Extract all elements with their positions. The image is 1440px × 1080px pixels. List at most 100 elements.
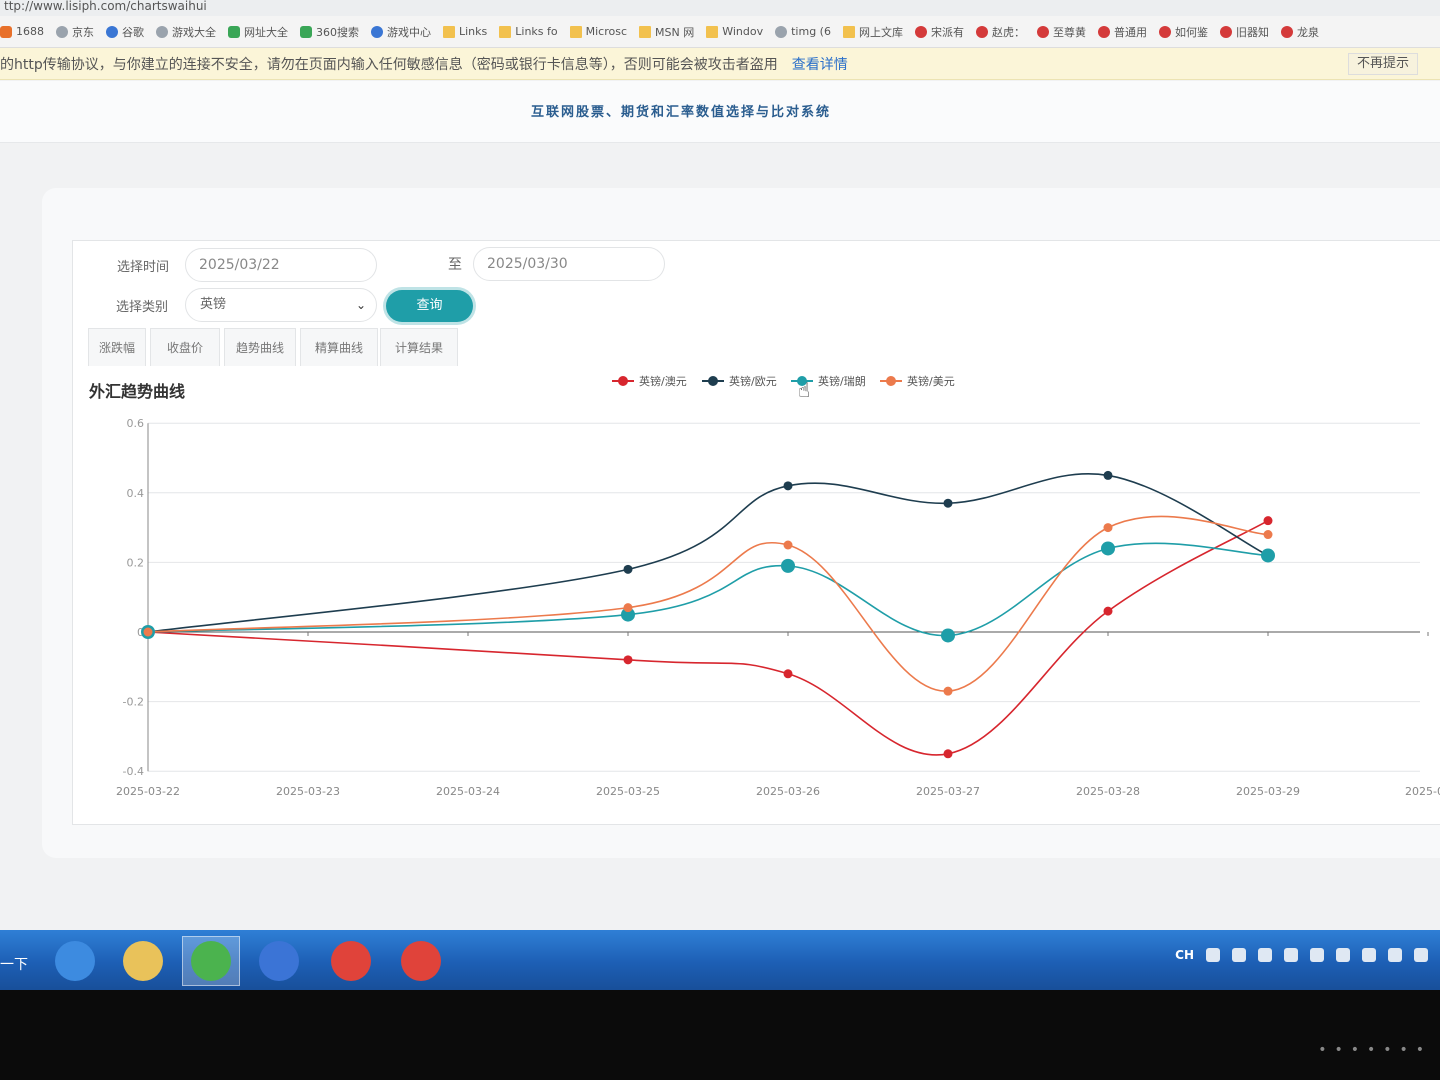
file-explorer-icon [123,941,163,981]
bookmark-icon [975,25,988,38]
site-header: 互联网股票、期货和汇率数值选择与比对系统 [0,81,1440,143]
legend-dot [708,376,718,386]
app-tray-icon[interactable] [1284,948,1298,962]
legend-item-gbp-eur[interactable]: 英镑/欧元 [702,372,777,390]
bookmark-icon [106,25,118,38]
bookmark-item[interactable]: 如何鉴 [1158,24,1208,40]
bookmark-label: 赵虎： [991,25,1025,39]
bookmark-item[interactable]: Windov [706,25,763,38]
taskbar-app[interactable] [114,936,172,986]
taskbar-app[interactable] [46,936,104,986]
warning-text: 的http传输协议，与你建立的连接不安全，请勿在页面内输入任何敏感信息（密码或银… [0,56,778,73]
bookmark-item[interactable]: 至尊黄 [1036,24,1086,40]
bookmark-icon [569,25,582,38]
bookmark-label: timg (6 [791,25,831,38]
bookmark-item[interactable]: 游戏大全 [156,24,216,40]
bookmark-label: 普通用 [1113,25,1147,39]
bookmark-icon [639,25,652,38]
flag-icon[interactable] [1388,948,1402,962]
bookmark-label: Links fo [515,25,558,38]
chart-title: 外汇趋势曲线 [89,382,186,401]
start-date-field[interactable] [185,248,377,282]
language-indicator[interactable]: CH [1175,948,1194,962]
bookmark-item[interactable]: 旧器知 [1219,24,1269,40]
bookmark-item[interactable]: 谷歌 [106,24,144,40]
taskbar-app[interactable] [250,936,308,986]
bookmark-label: MSN 网 [655,25,695,39]
help-icon[interactable] [1232,948,1246,962]
security-icon[interactable] [1362,948,1376,962]
tray-arrow-icon[interactable] [1258,948,1272,962]
bookmarks-bar: 1688 京东 谷歌 游戏大全 网址大全 360搜索 游戏中心 Links Links fo Mi… [0,16,1440,48]
taskbar-app[interactable] [182,936,240,986]
bookmark-icon [1219,25,1232,38]
site-title: 互联网股票、期货和汇率数值选择与比对系统 [530,105,831,120]
currency-type-select[interactable]: 英镑 ⌄ [185,288,377,322]
currency-type-value: 英镑 [200,297,227,312]
monitor-buttons: ••••••• [1318,1042,1432,1058]
legend-item-gbp-usd[interactable]: 英镑/美元 [880,372,955,390]
ie-icon [55,941,95,981]
bookmark-label: 1688 [16,25,44,38]
start-button-label[interactable]: 一下 [0,954,28,974]
tab-trend-curve[interactable]: 趋势曲线 [224,328,296,366]
legend-item-gbp-aud[interactable]: 英镑/澳元 [612,372,687,390]
bookmark-item[interactable]: 360搜索 [300,24,359,40]
bookmark-item[interactable]: Links fo [499,25,558,38]
network-icon[interactable] [1310,948,1324,962]
bookmark-icon [56,25,68,38]
bookmark-item[interactable]: 赵虎： [975,24,1025,40]
bookmark-item[interactable]: 龙泉 [1280,24,1319,40]
query-button[interactable]: 查询 [386,290,473,322]
taskbar-app[interactable] [322,936,380,986]
start-date-input[interactable] [199,257,376,273]
view-details-link[interactable]: 查看详情 [792,54,848,74]
bookmark-icon [443,25,455,38]
legend-label: 英镑/澳元 [639,375,687,388]
tab-close-price[interactable]: 收盘价 [150,328,220,366]
monitor-bezel: ••••••• [0,990,1440,1080]
chrome-icon [331,941,371,981]
taskbar-app[interactable] [392,936,450,986]
bookmark-item[interactable]: timg (6 [775,25,831,38]
bookmark-item[interactable]: MSN 网 [639,24,694,40]
legend-label: 英镑/美元 [907,375,955,388]
keyboard-icon[interactable] [1206,948,1220,962]
type-label: 选择类别 [116,300,169,315]
bookmark-label: 如何鉴 [1174,25,1208,39]
bookmark-icon [706,25,719,38]
end-date-input[interactable] [487,256,664,272]
bookmark-item[interactable]: Microsc [569,25,628,38]
bookmark-item[interactable]: 1688 [0,25,44,38]
legend-dot [886,376,896,386]
bookmark-icon [228,25,240,38]
bookmark-item[interactable]: 网址大全 [228,24,288,40]
end-date-field[interactable] [473,247,665,281]
bookmark-icon [914,25,927,38]
bookmark-item[interactable]: 普通用 [1097,24,1147,40]
bookmark-label: 网上文库 [858,25,903,39]
bookmark-label: Microsc [585,25,628,38]
bookmark-icon [156,25,168,38]
bookmark-icon [842,25,855,38]
bookmark-icon [371,25,383,38]
bookmark-item[interactable]: 网上文库 [842,24,903,40]
bookmark-item[interactable]: 游戏中心 [371,24,431,40]
bookmark-label: 游戏中心 [387,25,431,39]
volume-icon[interactable] [1336,948,1350,962]
bookmark-item[interactable]: 宋派有 [914,24,964,40]
bookmark-item[interactable]: Links [443,25,487,38]
bookmark-item[interactable]: 京东 [56,24,94,40]
signal-icon[interactable] [1414,948,1428,962]
bookmark-label: 网址大全 [244,25,288,39]
dismiss-warning-button[interactable]: 不再提示 [1347,53,1418,75]
bookmark-icon [1036,25,1049,38]
bookmark-label: 至尊黄 [1052,25,1086,39]
tab-actuarial-curve[interactable]: 精算曲线 [300,328,378,366]
bookmark-label: 旧器知 [1235,25,1269,39]
tab-calc-result[interactable]: 计算结果 [380,328,458,366]
bookmark-icon [0,25,12,38]
tab-change-rate[interactable]: 涨跌幅 [88,328,146,366]
address-bar[interactable]: ttp://www.lisiph.com/chartswaihui [0,0,1440,16]
hand-cursor-icon: ☝ [798,378,811,402]
